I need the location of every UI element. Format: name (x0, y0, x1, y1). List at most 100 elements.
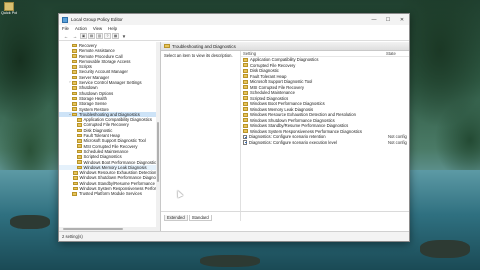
folder-icon (243, 96, 248, 101)
description-pane: Select an item to view its description. (161, 51, 241, 221)
folder-icon (76, 144, 82, 149)
folder-icon (164, 43, 170, 49)
tree-item[interactable]: Trusted Platform Module Services (59, 191, 160, 196)
folder-icon (76, 133, 82, 138)
folder-icon (72, 107, 77, 111)
settings-rows: Application Compatibility Diagnostics Cor… (241, 57, 409, 145)
menu-bar: File Action View Help (59, 25, 409, 32)
tab-extended[interactable]: Extended (164, 215, 188, 221)
folder-icon (72, 91, 77, 96)
folder-icon (76, 123, 82, 127)
folder-icon (243, 90, 248, 95)
content-area: Recovery Remote Assistance Remote Procedur… (59, 42, 409, 231)
setting-name: Windows Resource Exhaustion Detection an… (250, 112, 356, 118)
setting-name: Application Compatibility Diagnostics (250, 57, 319, 63)
maximize-button[interactable]: ☐ (381, 14, 395, 25)
setting-name: Scheduled Maintenance (250, 90, 295, 96)
folder-icon (243, 74, 248, 79)
settings-list: Setting State Application Compatibility … (241, 51, 409, 221)
column-setting[interactable]: Setting (241, 51, 386, 56)
menu-file[interactable]: File (62, 26, 69, 31)
details-header-title: Troubleshooting and Diagnostics (172, 43, 236, 49)
filter-icon[interactable]: ▼ (120, 33, 128, 40)
settings-row[interactable]: Diagnostics: Configure scenario executio… (241, 140, 409, 146)
view-tabs: Extended Standard (161, 211, 409, 221)
status-bar: 2 setting(s) (59, 231, 409, 241)
tab-standard[interactable]: Standard (188, 215, 212, 221)
folder-icon (72, 192, 77, 196)
tree-list: Recovery Remote Assistance Remote Procedur… (59, 42, 160, 197)
desktop-shortcut-label: Quick Pol (1, 11, 18, 15)
settings-row[interactable]: Scripted Diagnostics (241, 96, 409, 102)
settings-row[interactable]: Diagnostics: Configure scenario retentio… (241, 134, 409, 140)
column-state[interactable]: State (386, 51, 396, 56)
policy-tree: Recovery Remote Assistance Remote Procedur… (59, 42, 161, 231)
tree-item-label: Trusted Platform Module Services (79, 191, 142, 197)
settings-row[interactable]: Windows Standby/Resume Performance Diagn… (241, 123, 409, 129)
settings-row[interactable]: Windows Memory Leak Diagnosis (241, 107, 409, 113)
folder-icon (72, 59, 77, 64)
folder-icon (243, 129, 248, 134)
setting-name: Windows Memory Leak Diagnosis (250, 106, 314, 112)
gpedit-app-icon (62, 16, 68, 23)
setting-state: Not config (388, 134, 407, 140)
menu-action[interactable]: Action (75, 26, 87, 31)
folder-icon (243, 57, 248, 62)
folder-icon (72, 102, 77, 106)
back-arrow-icon[interactable]: ← (62, 33, 70, 40)
setting-name: Disk Diagnostic (250, 68, 279, 74)
export-list-icon[interactable]: ▥ (96, 33, 103, 39)
settings-row[interactable]: Windows Boot Performance Diagnostics (241, 101, 409, 107)
folder-icon (72, 186, 78, 191)
folder-icon (243, 112, 248, 117)
settings-row[interactable]: Windows Resource Exhaustion Detection an… (241, 112, 409, 118)
minimize-button[interactable]: — (367, 14, 381, 25)
settings-row[interactable]: Application Compatibility Diagnostics (241, 57, 409, 63)
setting-name: Corrupted File Recovery (250, 62, 296, 68)
details-body: Select an item to view its description. … (161, 51, 409, 221)
forward-arrow-icon[interactable]: → (71, 33, 79, 40)
folder-icon (72, 80, 77, 85)
settings-row[interactable]: Microsoft Support Diagnostic Tool (241, 79, 409, 85)
setting-name: Windows Shutdown Performance Diagnostics (250, 117, 335, 123)
scroll-thumb[interactable] (63, 227, 123, 231)
desktop-shortcut[interactable]: Quick Pol (1, 1, 17, 21)
setting-name: Diagnostics: Configure scenario executio… (249, 139, 337, 145)
folder-icon (76, 155, 82, 159)
setting-name: Microsoft Support Diagnostic Tool (250, 79, 313, 85)
folder-icon (243, 118, 248, 123)
status-text: 2 setting(s) (62, 234, 83, 239)
show-hide-tree-icon[interactable]: ▤ (88, 33, 95, 39)
folder-icon (243, 101, 248, 106)
folder-icon (243, 63, 248, 68)
folder-icon (76, 160, 82, 164)
settings-row[interactable]: MSI Corrupted File Recovery (241, 85, 409, 91)
settings-row[interactable]: Disk Diagnostic (241, 68, 409, 74)
folder-icon (72, 65, 77, 69)
up-level-icon[interactable]: ▣ (80, 33, 87, 39)
title-bar[interactable]: Local Group Policy Editor — ☐ ✕ (59, 14, 409, 25)
settings-row[interactable]: Corrupted File Recovery (241, 63, 409, 69)
folder-icon (243, 85, 248, 90)
settings-row[interactable]: Fault Tolerant Heap (241, 74, 409, 80)
window-title: Local Group Policy Editor (71, 17, 123, 22)
policy-setting-icon (243, 140, 247, 145)
settings-row[interactable]: Scheduled Maintenance (241, 90, 409, 96)
folder-icon (72, 96, 77, 101)
help-icon[interactable]: ? (104, 33, 111, 39)
close-button[interactable]: ✕ (395, 14, 409, 25)
policy-setting-icon (243, 134, 247, 139)
tree-vertical-scrollbar[interactable] (156, 42, 160, 231)
folder-icon (72, 170, 78, 175)
toolbar: ← → ▣ ▤ ▥ ? ▦ ▼ (59, 32, 409, 41)
menu-help[interactable]: Help (108, 26, 117, 31)
settings-row[interactable]: Windows System Responsiveness Performanc… (241, 129, 409, 135)
properties-icon[interactable]: ▦ (112, 33, 119, 39)
folder-icon (76, 165, 82, 170)
menu-view[interactable]: View (93, 26, 102, 31)
folder-icon (243, 68, 248, 73)
folder-icon (243, 107, 248, 112)
setting-name: Scripted Diagnostics (250, 95, 289, 101)
scroll-thumb[interactable] (156, 122, 160, 182)
settings-row[interactable]: Windows Shutdown Performance Diagnostics (241, 118, 409, 124)
